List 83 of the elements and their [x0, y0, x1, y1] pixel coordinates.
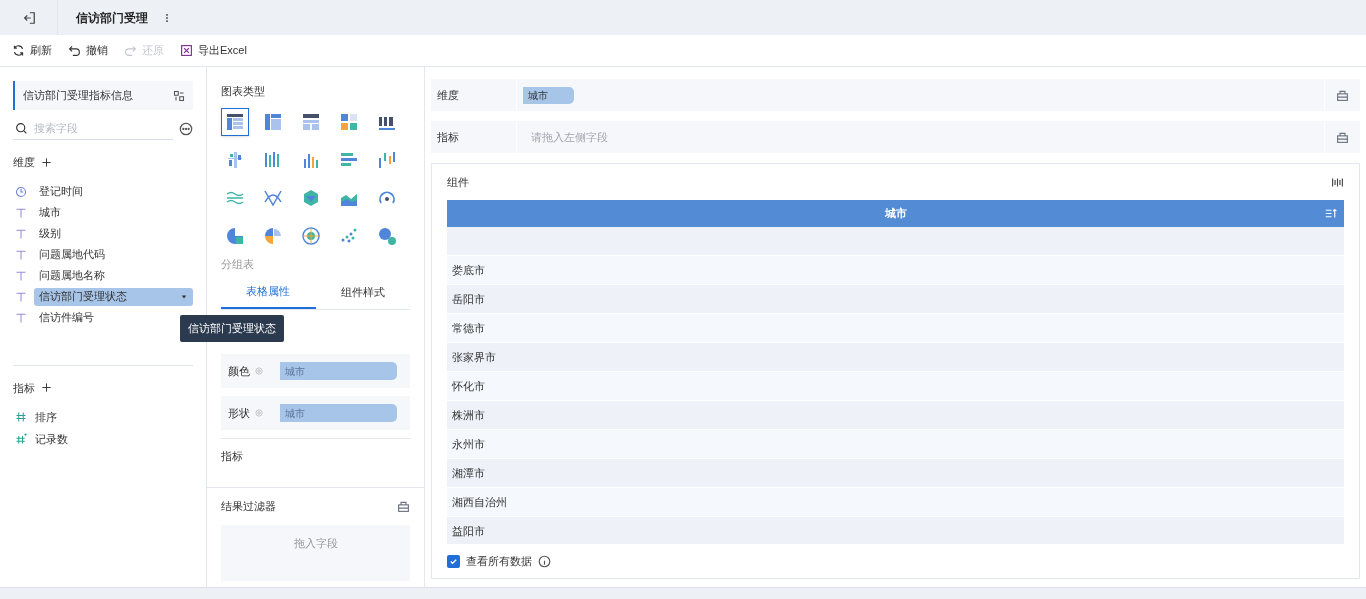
add-icon[interactable]: [41, 382, 52, 394]
text-type-icon: [15, 248, 27, 261]
chart-icon: [263, 225, 283, 246]
chart-icon: [301, 187, 321, 208]
checkbox-label: 查看所有数据: [466, 553, 532, 569]
field-item[interactable]: 信访部门受理状态: [34, 287, 193, 306]
chart-icon: [263, 111, 283, 132]
hash-icon: [15, 411, 27, 423]
field-chip[interactable]: 城市: [523, 87, 574, 104]
property-label: 颜色: [228, 363, 251, 379]
field-item[interactable]: 记录数: [35, 430, 68, 448]
table-cell: 湘潭市: [447, 459, 1344, 488]
shelf-label: 维度: [431, 79, 517, 111]
more-icon[interactable]: [179, 122, 193, 136]
text-type-icon: [15, 269, 27, 282]
section-title: 指标: [221, 450, 243, 462]
clock-icon: [15, 185, 27, 198]
toolbar-button[interactable]: 刷新: [12, 42, 52, 59]
table-cell: 岳阳市: [447, 285, 1344, 314]
section-title: 图表类型: [221, 84, 266, 99]
sort-icon[interactable]: [1325, 207, 1338, 220]
chart-type-option[interactable]: [221, 107, 249, 136]
table-cell: 娄底市: [447, 256, 1344, 285]
drop-hint: 请拖入左侧字段: [530, 131, 608, 143]
search-input[interactable]: 搜索字段: [34, 120, 134, 137]
table-cell: 常德市: [447, 314, 1344, 343]
toolbar-button[interactable]: 撤销: [68, 42, 108, 59]
table-cell: 株洲市: [447, 401, 1344, 430]
undo-icon: [68, 44, 81, 57]
field-item[interactable]: 登记时间: [34, 182, 193, 201]
chart-icon: [377, 225, 397, 246]
property-tab[interactable]: 表格属性: [221, 275, 316, 309]
columns-icon[interactable]: [1331, 175, 1344, 189]
chart-icon: [301, 225, 321, 246]
table-cell: 永州市: [447, 430, 1344, 459]
tooltip: 信访部门受理状态: [180, 315, 284, 342]
hash-icon: [15, 433, 27, 445]
tab-title[interactable]: 信访部门受理: [76, 8, 148, 27]
section-title: 维度: [13, 155, 35, 170]
chart-icon: [301, 111, 321, 132]
refresh-icon: [12, 44, 25, 57]
section-title: 结果过滤器: [221, 499, 276, 514]
bag-icon[interactable]: [397, 499, 410, 513]
add-icon[interactable]: [41, 156, 52, 168]
text-type-icon: [15, 206, 27, 219]
exit-icon[interactable]: [21, 10, 36, 25]
field-item[interactable]: 排序: [35, 408, 57, 426]
field-item[interactable]: 城市: [34, 203, 193, 222]
table-cell: 益阳市: [447, 517, 1344, 544]
text-type-icon: [15, 311, 27, 324]
chart-icon: [339, 111, 359, 132]
text-type-icon: [15, 290, 27, 303]
panel-title: 组件: [447, 174, 469, 190]
table-cell: 湘西自治州: [447, 488, 1344, 517]
field-item[interactable]: 问题属地名称: [34, 266, 193, 285]
dataset-title: 信访部门受理指标信息: [23, 88, 133, 104]
chart-icon: [225, 225, 245, 246]
shelf-label: 指标: [431, 121, 517, 153]
table-cell: 怀化市: [447, 372, 1344, 401]
check-icon: [449, 556, 458, 566]
info-icon[interactable]: [538, 554, 551, 568]
excel-icon: [180, 44, 193, 57]
checkbox[interactable]: [447, 554, 460, 568]
field-item[interactable]: 级别: [34, 224, 193, 243]
property-label: 形状: [228, 405, 251, 421]
search-icon: [15, 122, 28, 135]
redo-icon: [124, 44, 137, 57]
search-field[interactable]: 搜索字段: [13, 118, 173, 140]
section-title: 指标: [13, 380, 35, 396]
bag-icon[interactable]: [1336, 130, 1349, 144]
table-cell: 张家界市: [447, 343, 1344, 372]
dataset-header[interactable]: 信访部门受理指标信息: [13, 81, 193, 110]
toolbar-button[interactable]: 导出Excel: [180, 42, 247, 59]
bag-icon[interactable]: [1336, 88, 1349, 102]
text-type-icon: [15, 227, 27, 240]
chart-icon: [225, 111, 245, 132]
caret-icon: [181, 293, 187, 300]
chart-icon: [225, 149, 245, 170]
chart-type-name: 分组表: [221, 256, 255, 272]
chart-icon: [377, 149, 397, 170]
property-tab[interactable]: 组件样式: [315, 275, 410, 309]
switch-icon[interactable]: [173, 89, 185, 102]
field-item[interactable]: 问题属地代码: [34, 245, 193, 264]
